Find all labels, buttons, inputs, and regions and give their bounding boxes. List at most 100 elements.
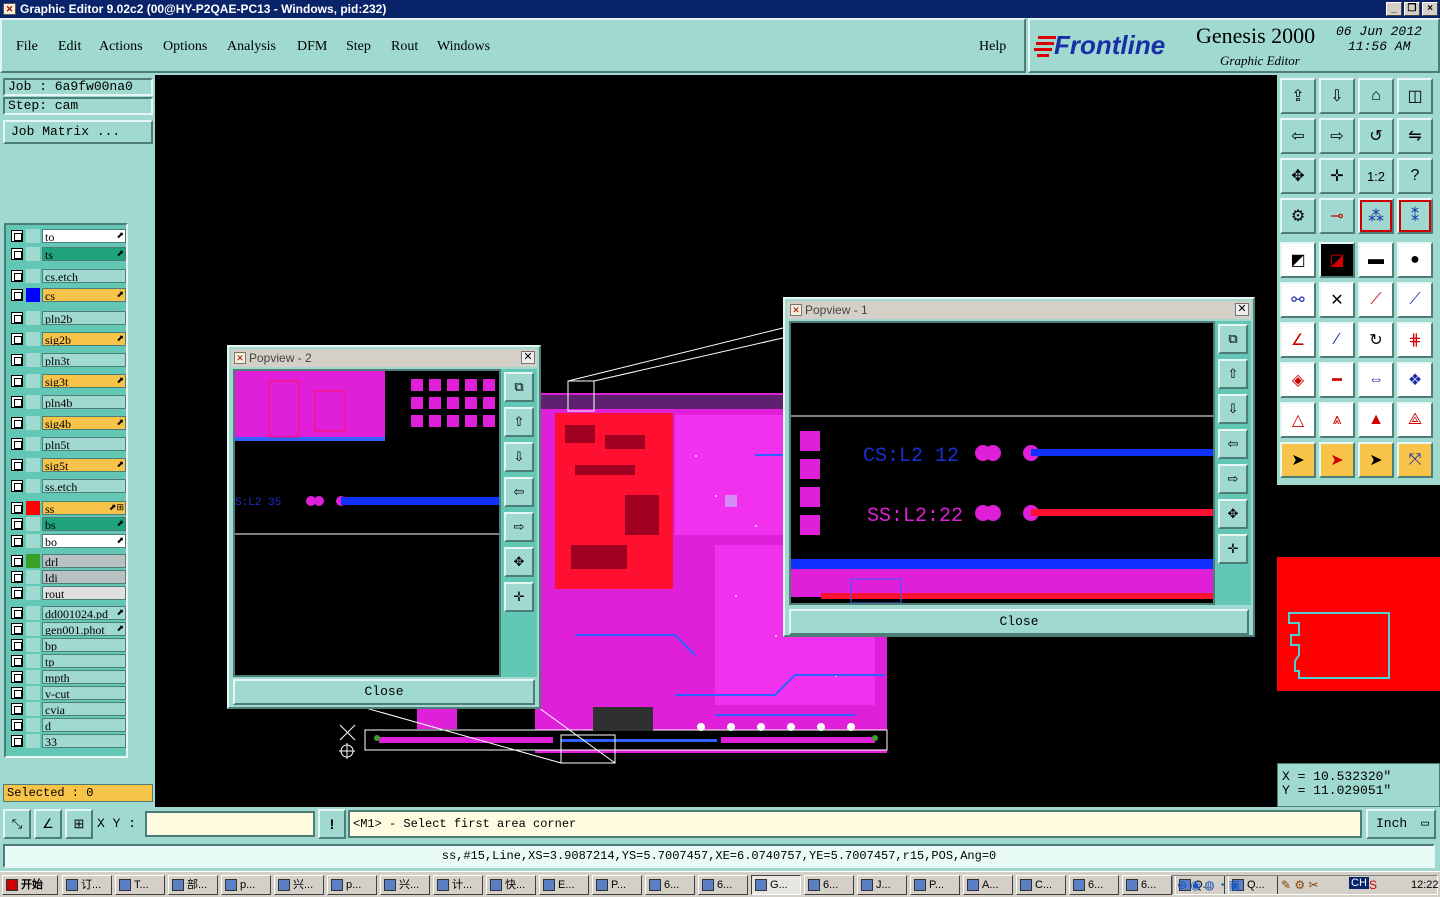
taskbar-app-button[interactable]: p...: [221, 875, 271, 895]
layer-row[interactable]: v-cut: [8, 686, 126, 700]
layer-row[interactable]: sig5t ⬈: [8, 458, 126, 472]
layer-name[interactable]: pln5t: [42, 437, 126, 451]
menu-analysis[interactable]: Analysis: [227, 39, 276, 55]
xy-input[interactable]: [145, 811, 315, 837]
popview-1-window[interactable]: ✕ Popview - 1 ✕ CS:L2 12 SS:L2:22 ⧉ ⇧ ⇩ …: [783, 297, 1255, 637]
layer-name[interactable]: cs.etch: [42, 269, 126, 283]
pointer-icon[interactable]: ➤: [1280, 442, 1316, 478]
popview-2-zoom-window-icon[interactable]: ⧉: [504, 372, 534, 402]
layer-row[interactable]: sig3t ⬈: [8, 374, 126, 388]
popview-1-pan-left-icon[interactable]: ⇦: [1218, 429, 1248, 459]
layer-color-swatch[interactable]: [26, 718, 40, 732]
layer-checkbox[interactable]: [11, 655, 23, 667]
layer-color-swatch[interactable]: [26, 247, 40, 261]
layer-color-swatch[interactable]: [26, 622, 40, 636]
layer-row[interactable]: ss ⬈⊞: [8, 501, 126, 515]
layer-checkbox[interactable]: [11, 312, 23, 324]
snap-icon[interactable]: ⊸: [1319, 198, 1355, 234]
menu-rout[interactable]: Rout: [391, 39, 418, 55]
zoom-fit-icon[interactable]: ✥: [1280, 158, 1316, 194]
alert-icon[interactable]: !: [318, 809, 346, 839]
layer-checkbox[interactable]: [11, 587, 23, 599]
pointer-edit-icon[interactable]: ➤: [1358, 442, 1394, 478]
triangle-alt-icon[interactable]: ⩓: [1319, 402, 1355, 438]
layer-row[interactable]: mpth: [8, 670, 126, 684]
route-icon[interactable]: ⤧: [1397, 442, 1433, 478]
layer-color-swatch[interactable]: [26, 654, 40, 668]
taskbar-app-button[interactable]: 6...: [1069, 875, 1119, 895]
layer-row[interactable]: cvia: [8, 702, 126, 716]
layer-name[interactable]: cvia: [42, 702, 126, 716]
pad-select-icon[interactable]: ●: [1397, 242, 1433, 278]
layer-color-swatch[interactable]: [26, 554, 40, 568]
copy-shape-icon[interactable]: ❖: [1397, 362, 1433, 398]
layer-row[interactable]: gen001.phot ⬈: [8, 622, 126, 636]
popview-1-canvas[interactable]: CS:L2 12 SS:L2:22: [789, 321, 1215, 605]
layer-name[interactable]: bs: [42, 517, 126, 531]
layer-color-swatch[interactable]: [26, 638, 40, 652]
layer-color-swatch[interactable]: [26, 437, 40, 451]
layer-checkbox[interactable]: [11, 417, 23, 429]
menu-windows[interactable]: Windows: [437, 39, 490, 55]
popview-2-zoom-in-icon[interactable]: ✛: [504, 582, 534, 612]
menu-options[interactable]: Options: [163, 39, 207, 55]
popview-1-title-bar[interactable]: ✕ Popview - 1 ✕: [787, 301, 1251, 319]
layer-color-swatch[interactable]: [26, 702, 40, 716]
menu-edit[interactable]: Edit: [58, 39, 81, 55]
redraw-icon[interactable]: ⇋: [1397, 118, 1433, 154]
layer-checkbox[interactable]: [11, 438, 23, 450]
layer-row[interactable]: sig4b ⬈: [8, 416, 126, 430]
layer-checkbox[interactable]: [11, 230, 23, 242]
layer-color-swatch[interactable]: [26, 517, 40, 531]
layer-name[interactable]: ldi: [42, 570, 126, 584]
unit-selector[interactable]: Inch ▭: [1366, 809, 1436, 839]
pan-right-icon[interactable]: ⇨: [1319, 118, 1355, 154]
layer-name[interactable]: sig5t: [42, 458, 126, 472]
slash-icon[interactable]: ∕: [1319, 322, 1355, 358]
snap-grid-icon[interactable]: ⤡: [3, 809, 31, 839]
layer-checkbox[interactable]: [11, 719, 23, 731]
layer-color-swatch[interactable]: [26, 288, 40, 302]
taskbar-app-button[interactable]: 兴...: [274, 875, 324, 895]
layer-row[interactable]: 33: [8, 734, 126, 748]
popview-2-close-x[interactable]: ✕: [521, 351, 535, 364]
triangle-icon[interactable]: △: [1280, 402, 1316, 438]
layer-row[interactable]: tp: [8, 654, 126, 668]
layer-name[interactable]: sig4b: [42, 416, 126, 430]
layer-color-swatch[interactable]: [26, 570, 40, 584]
popview-2-pan-up-icon[interactable]: ⇧: [504, 407, 534, 437]
taskbar-app-button[interactable]: 6...: [804, 875, 854, 895]
layer-name[interactable]: ss.etch: [42, 479, 126, 493]
language-indicator[interactable]: CH: [1349, 877, 1369, 889]
layer-row[interactable]: pln3t: [8, 353, 126, 367]
layer-row[interactable]: sig2b ⬈: [8, 332, 126, 346]
connect-icon[interactable]: ⚯: [1280, 282, 1316, 318]
taskbar-app-button[interactable]: 计...: [433, 875, 483, 895]
ime-icon[interactable]: S: [1369, 878, 1377, 892]
undo-view-icon[interactable]: ↺: [1358, 118, 1394, 154]
layer-name[interactable]: rout: [42, 586, 126, 600]
taskbar-app-button[interactable]: T...: [115, 875, 165, 895]
layer-name[interactable]: sig2b: [42, 332, 126, 346]
layer-checkbox[interactable]: [11, 480, 23, 492]
taskbar-app-button[interactable]: A...: [963, 875, 1013, 895]
layer-name[interactable]: dd001024.pd: [42, 606, 126, 620]
taskbar-app-button[interactable]: 订...: [62, 875, 112, 895]
layer-name[interactable]: pln4b: [42, 395, 126, 409]
taskbar-app-button[interactable]: 快...: [486, 875, 536, 895]
pan-left-icon[interactable]: ⇦: [1280, 118, 1316, 154]
split-view-icon[interactable]: ◫: [1397, 78, 1433, 114]
pan-down-icon[interactable]: ⇩: [1319, 78, 1355, 114]
layer-name[interactable]: tp: [42, 654, 126, 668]
feature-select-icon[interactable]: ◩: [1280, 242, 1316, 278]
popview-1-pan-up-icon[interactable]: ⇧: [1218, 359, 1248, 389]
net-highlight-icon[interactable]: ⁂: [1358, 198, 1394, 234]
layer-name[interactable]: gen001.phot: [42, 622, 126, 636]
layer-color-swatch[interactable]: [26, 534, 40, 548]
layer-row[interactable]: cs ⬈: [8, 288, 126, 302]
layer-color-swatch[interactable]: [26, 670, 40, 684]
taskbar-app-button[interactable]: 部...: [168, 875, 218, 895]
menu-file[interactable]: File: [16, 39, 38, 55]
layer-checkbox[interactable]: [11, 270, 23, 282]
snap-center-icon[interactable]: ⊞: [65, 809, 93, 839]
